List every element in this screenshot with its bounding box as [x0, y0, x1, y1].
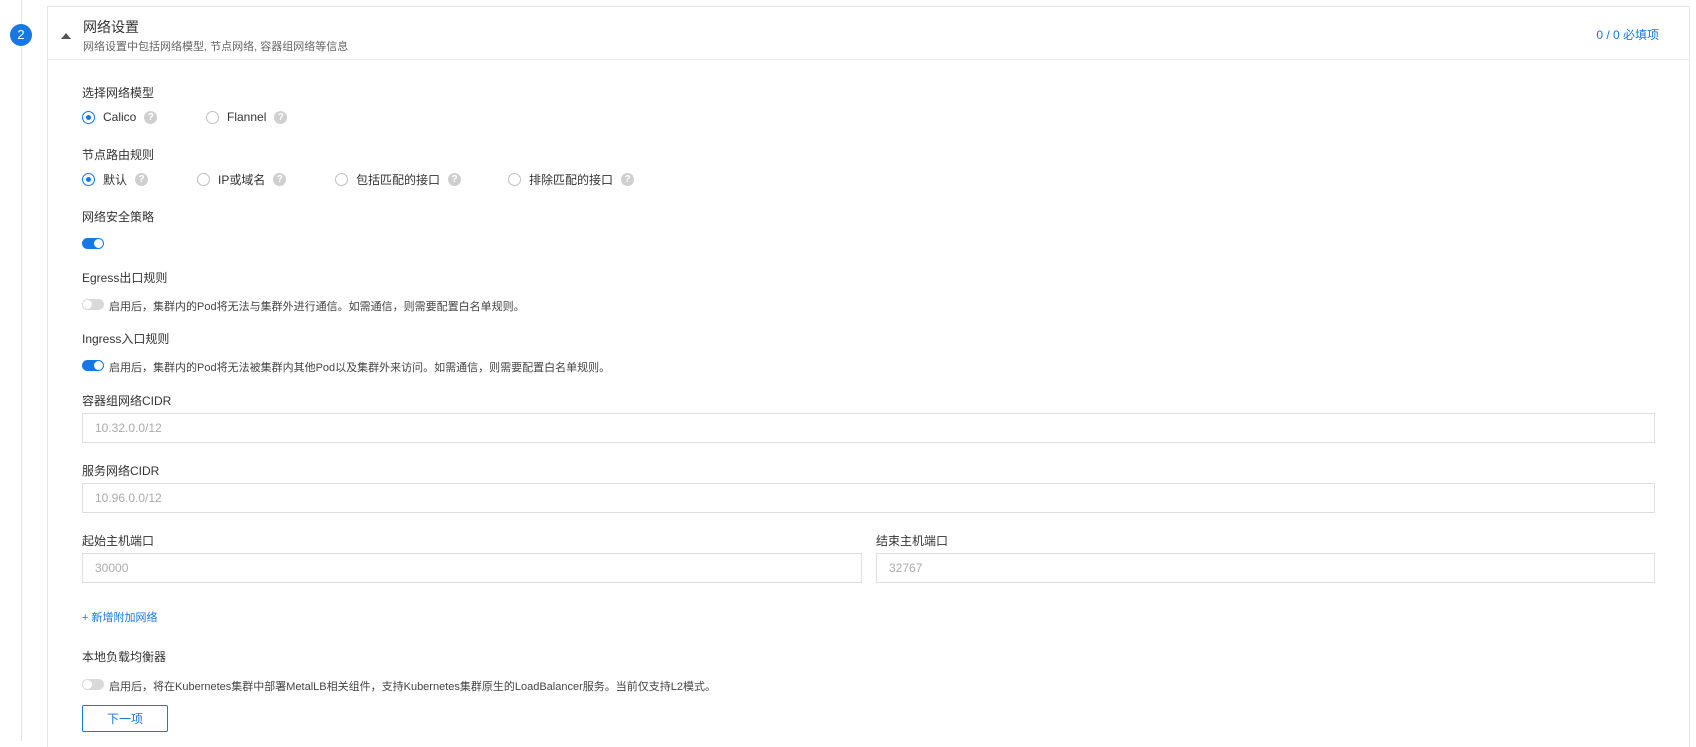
radio-label: 默认 [103, 172, 128, 187]
caret-up-icon[interactable] [61, 33, 71, 39]
service-cidr-input[interactable] [82, 483, 1655, 513]
network-settings-card: 网络设置 网络设置中包括网络模型, 节点网络, 容器组网络等信息 0 / 0 必… [47, 6, 1690, 747]
egress-label: Egress出口规则 [82, 271, 168, 285]
radio-button[interactable] [197, 172, 210, 186]
add-network-link[interactable]: + 新增附加网络 [82, 609, 157, 625]
local-lb-label: 本地负载均衡器 [82, 650, 167, 664]
pod-cidr-label: 容器组网络CIDR [82, 394, 172, 408]
radio-exclude-interface[interactable]: 排除匹配的接口 ? [508, 171, 635, 187]
help-icon[interactable]: ? [621, 172, 635, 186]
local-lb-toggle[interactable] [82, 679, 104, 690]
radio-button[interactable] [335, 172, 348, 186]
next-button[interactable]: 下一项 [82, 705, 168, 732]
pod-cidr-input[interactable] [82, 413, 1655, 443]
help-icon[interactable]: ? [274, 110, 288, 124]
help-icon[interactable]: ? [448, 172, 462, 186]
radio-include-interface[interactable]: 包括匹配的接口 ? [335, 171, 462, 187]
host-port-start-input[interactable] [82, 553, 862, 583]
section-header[interactable]: 网络设置 网络设置中包括网络模型, 节点网络, 容器组网络等信息 0 / 0 必… [48, 7, 1689, 60]
egress-toggle[interactable] [82, 299, 104, 310]
ingress-description: 启用后，集群内的Pod将无法被集群内其他Pod以及集群外来访问。如需通信，则需要… [109, 362, 611, 374]
ingress-toggle[interactable] [82, 360, 104, 371]
radio-button[interactable] [82, 172, 95, 186]
host-port-end-label: 结束主机端口 [876, 534, 949, 548]
radio-button[interactable] [206, 110, 219, 124]
required-field-count: 0 / 0 必填项 [1596, 28, 1659, 42]
radio-label: 排除匹配的接口 [529, 172, 614, 187]
step-rail [21, 0, 22, 741]
radio-calico[interactable]: Calico ? [82, 109, 158, 125]
radio-ip-or-domain[interactable]: IP或域名 ? [197, 171, 287, 187]
service-cidr-label: 服务网络CIDR [82, 464, 160, 478]
help-icon[interactable]: ? [273, 172, 287, 186]
radio-label: Flannel [227, 110, 267, 124]
section-subtitle: 网络设置中包括网络模型, 节点网络, 容器组网络等信息 [83, 41, 349, 53]
radio-label: IP或域名 [218, 172, 266, 187]
host-port-end-input[interactable] [876, 553, 1655, 583]
help-icon[interactable]: ? [135, 172, 149, 186]
host-port-start-label: 起始主机端口 [82, 534, 155, 548]
egress-description: 启用后，集群内的Pod将无法与集群外进行通信。如需通信，则需要配置白名单规则。 [109, 301, 525, 313]
radio-button[interactable] [82, 110, 95, 124]
section-title: 网络设置 [83, 19, 139, 35]
network-model-label: 选择网络模型 [82, 86, 155, 100]
radio-button[interactable] [508, 172, 521, 186]
radio-default[interactable]: 默认 ? [82, 171, 149, 187]
ingress-label: Ingress入口规则 [82, 332, 170, 346]
radio-flannel[interactable]: Flannel ? [206, 109, 288, 125]
local-lb-description: 启用后，将在Kubernetes集群中部署MetalLB相关组件，支持Kuber… [109, 681, 716, 693]
network-policy-label: 网络安全策略 [82, 210, 155, 224]
network-policy-toggle[interactable] [82, 238, 104, 249]
help-icon[interactable]: ? [144, 110, 158, 124]
step-number-badge: 2 [10, 24, 32, 46]
node-route-label: 节点路由规则 [82, 148, 155, 162]
radio-label: 包括匹配的接口 [356, 172, 441, 187]
radio-label: Calico [103, 110, 137, 124]
